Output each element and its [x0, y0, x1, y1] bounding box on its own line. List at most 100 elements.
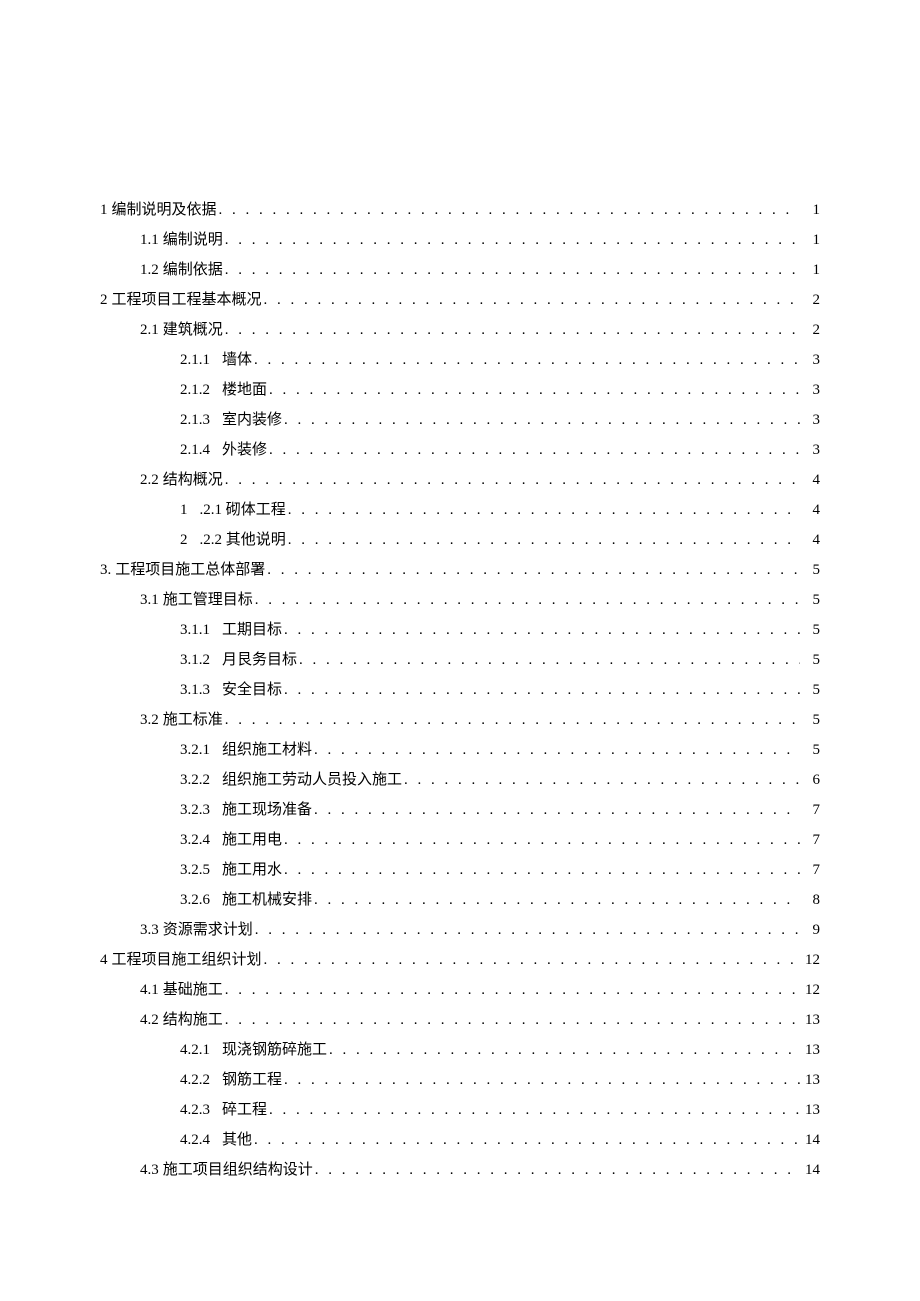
toc-entry-number: 3.1.3: [180, 675, 210, 705]
toc-entry: 3.1.2月艮务目标5: [100, 645, 820, 675]
toc-entry-page: 4: [802, 465, 820, 495]
toc-leader-dots: [315, 1155, 800, 1185]
toc-entry: 3.2施工标准 5: [100, 705, 820, 735]
toc-entry: 4.2结构施工 13: [100, 1005, 820, 1035]
toc-leader-dots: [299, 645, 800, 675]
toc-entry: 3. 工程项目施工总体部署5: [100, 555, 820, 585]
toc-entry-title: 资源需求计划: [163, 915, 253, 945]
toc-entry-page: 6: [802, 765, 820, 795]
toc-entry: 3.2.1组织施工材料5: [100, 735, 820, 765]
toc-entry-number: 4.2.1: [180, 1035, 210, 1065]
toc-entry-page: 3: [802, 345, 820, 375]
toc-entry-title: 墙体: [222, 345, 252, 375]
toc-entry-page: 2: [802, 285, 820, 315]
toc-entry-title: 施工用电: [222, 825, 282, 855]
toc-entry-page: 14: [802, 1155, 820, 1185]
toc-entry: 1.2编制依据1: [100, 255, 820, 285]
toc-entry-page: 13: [802, 1035, 820, 1065]
toc-entry-title: 组织施工劳动人员投入施工: [222, 765, 402, 795]
toc-leader-dots: [314, 795, 800, 825]
toc-entry-page: 8: [802, 885, 820, 915]
toc-entry-title: 室内装修: [222, 405, 282, 435]
toc-entry-number: 3.2.2: [180, 765, 210, 795]
toc-entry-page: 5: [802, 705, 820, 735]
toc-entry-title: .2.1 砌体工程: [200, 495, 286, 525]
toc-entry-title: 施工用水: [222, 855, 282, 885]
toc-entry-number: 2: [100, 285, 108, 315]
toc-leader-dots: [404, 765, 800, 795]
toc-leader-dots: [225, 1005, 800, 1035]
toc-entry-number: 3.3: [140, 915, 159, 945]
toc-entry-title: 施工现场准备: [222, 795, 312, 825]
toc-entry-number: 2.1.3: [180, 405, 210, 435]
toc-leader-dots: [284, 675, 800, 705]
toc-entry-page: 3: [802, 435, 820, 465]
toc-leader-dots: [288, 525, 800, 555]
toc-entry-title: 施工标准: [163, 705, 223, 735]
toc-entry-title: 施工机械安排: [222, 885, 312, 915]
toc-entry-number: 1: [100, 195, 108, 225]
toc-entry-page: 5: [802, 675, 820, 705]
toc-entry-title: 组织施工材料: [222, 735, 312, 765]
toc-entry-number: 3.1.1: [180, 615, 210, 645]
toc-entry: 3.1.3安全目标5: [100, 675, 820, 705]
toc-entry: 3.2.5施工用水7: [100, 855, 820, 885]
toc-entry-number: 2.1: [140, 315, 159, 345]
toc-entry-number: 3.1: [140, 585, 159, 615]
toc-entry-number: 4.2: [140, 1005, 159, 1035]
toc-entry-title: 外装修: [222, 435, 267, 465]
toc-entry-title: 工程项目施工总体部署: [115, 555, 265, 585]
toc-entry-title: 月艮务目标: [222, 645, 297, 675]
toc-entry-number: 4.2.3: [180, 1095, 210, 1125]
toc-entry-page: 1: [802, 195, 820, 225]
toc-entry-number: 1.2: [140, 255, 159, 285]
toc-leader-dots: [255, 915, 800, 945]
toc-leader-dots: [269, 435, 800, 465]
toc-entry-page: 5: [802, 735, 820, 765]
toc-entry-page: 3: [802, 405, 820, 435]
toc-entry: 3.2.4施工用电7: [100, 825, 820, 855]
toc-entry: 4.2.4其他14: [100, 1125, 820, 1155]
toc-leader-dots: [254, 345, 800, 375]
toc-leader-dots: [225, 705, 800, 735]
toc-entry-title: 基础施工: [163, 975, 223, 1005]
toc-entry-number: 3.2: [140, 705, 159, 735]
toc-entry-page: 4: [802, 525, 820, 555]
toc-entry-title: 编制说明及依据: [112, 195, 217, 225]
toc-entry: 3.2.6施工机械安排8: [100, 885, 820, 915]
toc-leader-dots: [284, 855, 800, 885]
toc-entry-page: 7: [802, 825, 820, 855]
toc-leader-dots: [284, 615, 800, 645]
toc-entry: 3.1施工管理目标 5: [100, 585, 820, 615]
toc-entry-title: 工程项目工程基本概况: [112, 285, 262, 315]
toc-entry-page: 5: [802, 615, 820, 645]
toc-entry-title: 结构施工: [163, 1005, 223, 1035]
toc-entry-title: 工期目标: [222, 615, 282, 645]
toc-entry-title: 施工管理目标: [163, 585, 253, 615]
toc-entry-page: 5: [802, 585, 820, 615]
toc-entry-number: 2.1.2: [180, 375, 210, 405]
toc-entry-page: 1: [802, 225, 820, 255]
toc-entry: 4.3施工项目组织结构设计14: [100, 1155, 820, 1185]
toc-entry: 4.2.1现浇钢筋碎施工13: [100, 1035, 820, 1065]
toc-entry-page: 14: [802, 1125, 820, 1155]
toc-entry-title: 编制说明: [163, 225, 223, 255]
toc-leader-dots: [284, 1065, 800, 1095]
toc-entry-page: 13: [802, 1005, 820, 1035]
toc-entry-page: 9: [802, 915, 820, 945]
toc-leader-dots: [225, 465, 800, 495]
toc-entry-title: 编制依据: [163, 255, 223, 285]
toc-entry: 1.2.1 砌体工程4: [100, 495, 820, 525]
toc-entry: 2.1.4外装修3: [100, 435, 820, 465]
toc-entry-number: 4.2.4: [180, 1125, 210, 1155]
toc-entry-title: 工程项目施工组织计划: [112, 945, 262, 975]
toc-leader-dots: [284, 825, 800, 855]
toc-entry-page: 7: [802, 795, 820, 825]
toc-entry: 1 编制说明及依据1: [100, 195, 820, 225]
toc-entry: 3.1.1 工期目标 5: [100, 615, 820, 645]
toc-entry-page: 12: [802, 945, 820, 975]
toc-entry-number: 2.1.1: [180, 345, 210, 375]
toc-leader-dots: [329, 1035, 800, 1065]
toc-leader-dots: [255, 585, 800, 615]
toc-leader-dots: [254, 1125, 800, 1155]
